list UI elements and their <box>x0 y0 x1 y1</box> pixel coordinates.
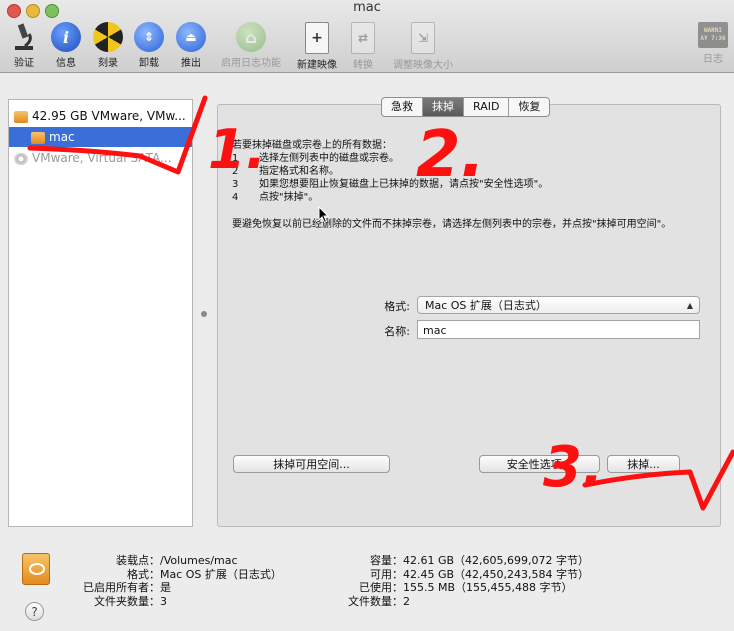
format-value: Mac OS 扩展（日志式） <box>425 299 547 312</box>
unmount-icon: ⇕ <box>134 22 164 52</box>
toolbar-label: 新建映像 <box>297 60 337 71</box>
new-image-icon: + <box>305 22 329 54</box>
eject-button[interactable]: ⏏ 推出 <box>166 22 216 69</box>
convert-icon: ⇄ <box>351 22 375 54</box>
optical-drive-item[interactable]: VMware, Virtual SATA... <box>9 148 197 168</box>
info-right: 容量：42.61 GB（42,605,699,072 字节） 可用：42.45 … <box>348 554 590 608</box>
name-label: 名称: <box>384 325 410 338</box>
step-text: 如果您想要阻止恢复磁盘上已抹掉的数据，请点按"安全性选项"。 <box>259 179 549 190</box>
info-left: 装载点：/Volumes/mac 格式：Mac OS 扩展（日志式） 已启用所有… <box>83 554 282 608</box>
convert-button[interactable]: ⇄ 转换 <box>338 22 388 71</box>
tab-erase[interactable]: 抹掉 <box>423 98 464 116</box>
security-options-button[interactable]: 安全性选项... <box>479 455 600 473</box>
volume-info-icon <box>22 553 50 585</box>
new-image-button[interactable]: + 新建映像 <box>292 22 342 71</box>
erase-free-space-note: 要避免恢复以前已经删除的文件而不抹掉宗卷，请选择左侧列表中的宗卷，并点按"抹掉可… <box>232 219 672 230</box>
splitter-handle[interactable] <box>201 311 207 317</box>
burn-icon <box>93 22 123 52</box>
resize-image-button[interactable]: ⇲ 调整映像大小 <box>390 22 456 71</box>
microscope-icon <box>9 22 39 52</box>
format-select[interactable]: Mac OS 扩展（日志式） ▲ <box>417 296 700 314</box>
toolbar: mac 验证 i 信息 刻录 ⇕ 卸载 ⏏ 推出 ⌂ 启用日志功能 + 新建映像… <box>0 0 734 73</box>
instructions-heading: 若要抹掉磁盘或宗卷上的所有数据： <box>232 140 392 151</box>
window-title: mac <box>353 0 381 15</box>
volume-icon <box>31 131 45 144</box>
optical-disc-icon <box>14 152 28 165</box>
erase-instructions: 若要抹掉磁盘或宗卷上的所有数据： 1 选择左侧列表中的磁盘或宗卷。 2 指定格式和名… <box>232 139 702 231</box>
toolbar-label: 调整映像大小 <box>393 60 453 71</box>
tab-bar: 急救 抹掉 RAID 恢复 <box>381 97 551 117</box>
eject-icon: ⏏ <box>176 22 206 52</box>
tab-first-aid[interactable]: 急救 <box>382 98 423 116</box>
name-field[interactable]: mac <box>417 320 700 339</box>
resize-image-icon: ⇲ <box>411 22 435 54</box>
step-number: 3 <box>232 179 239 190</box>
log-icon: WARNI AY 7:36 <box>698 22 728 48</box>
mouse-cursor-icon <box>318 206 330 224</box>
step-text: 选择左侧列表中的磁盘或宗卷。 <box>259 153 399 164</box>
step-number: 2 <box>232 166 239 177</box>
toolbar-label: 推出 <box>181 58 201 69</box>
step-number: 1 <box>232 153 239 164</box>
enable-journaling-button[interactable]: ⌂ 启用日志功能 <box>219 22 283 69</box>
volume-item-mac[interactable]: mac <box>9 127 192 147</box>
disk-item[interactable]: 42.95 GB VMware, VMw... <box>9 106 197 126</box>
toolbar-label: 日志 <box>703 54 723 65</box>
toolbar-label: 启用日志功能 <box>221 58 281 69</box>
erase-free-space-button[interactable]: 抹掉可用空间... <box>233 455 390 473</box>
toolbar-label: 转换 <box>353 60 373 71</box>
erase-button[interactable]: 抹掉... <box>607 455 680 473</box>
journal-icon: ⌂ <box>236 22 266 52</box>
step-number: 4 <box>232 192 239 203</box>
step-text: 点按"抹掉"。 <box>259 192 319 203</box>
disk-list[interactable]: 42.95 GB VMware, VMw... mac VMware, Virt… <box>8 99 193 527</box>
updown-arrows-icon: ▲ <box>686 301 693 310</box>
info-icon: i <box>51 22 81 52</box>
tab-raid[interactable]: RAID <box>464 98 510 116</box>
disk-icon <box>14 110 28 123</box>
step-text: 指定格式和名称。 <box>259 166 339 177</box>
tab-restore[interactable]: 恢复 <box>509 98 549 116</box>
format-label: 格式: <box>384 300 410 313</box>
help-button[interactable]: ? <box>25 602 44 621</box>
log-button[interactable]: WARNI AY 7:36 日志 <box>691 22 734 65</box>
